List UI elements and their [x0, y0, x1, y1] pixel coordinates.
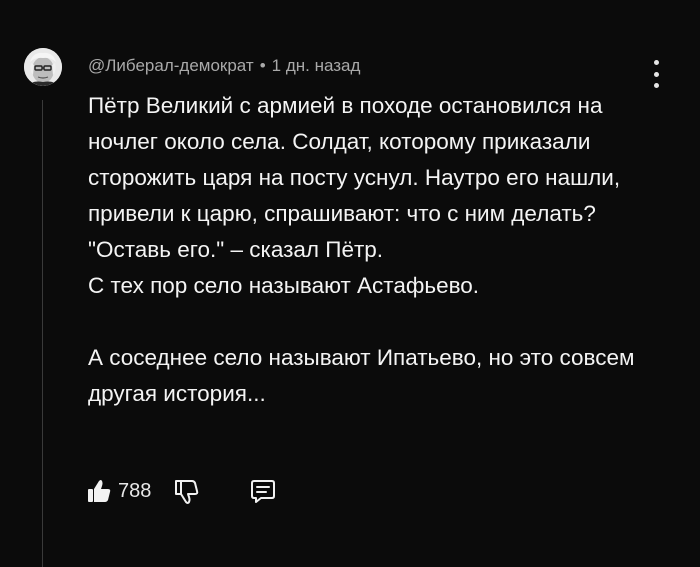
- separator-dot: •: [259, 56, 266, 75]
- like-button[interactable]: 788: [86, 478, 151, 504]
- like-count: 788: [118, 479, 152, 502]
- thumbs-up-filled-icon: [88, 480, 111, 502]
- thread-line: [42, 100, 43, 567]
- comment-body: Пётр Великий с армией в походе остановил…: [88, 88, 658, 412]
- comment-paragraph: Пётр Великий с армией в походе остановил…: [88, 93, 621, 298]
- more-options-button[interactable]: [646, 60, 666, 88]
- comment-reply-icon: [251, 480, 276, 503]
- avatar-image: [24, 48, 62, 86]
- comment-actions: 788: [86, 474, 277, 508]
- dislike-button[interactable]: [173, 477, 201, 505]
- comment-time: 1 дн. назад: [271, 56, 361, 75]
- avatar[interactable]: [24, 48, 62, 86]
- reply-button[interactable]: [249, 477, 277, 505]
- comment-paragraph: А соседнее село называют Ипатьево, но эт…: [88, 345, 635, 406]
- thumbs-down-outline-icon: [175, 480, 199, 504]
- comment-header: @Либерал-демократ • 1 дн. назад: [88, 56, 360, 76]
- more-vertical-icon: [653, 60, 659, 65]
- author-name[interactable]: @Либерал-демократ: [88, 56, 254, 75]
